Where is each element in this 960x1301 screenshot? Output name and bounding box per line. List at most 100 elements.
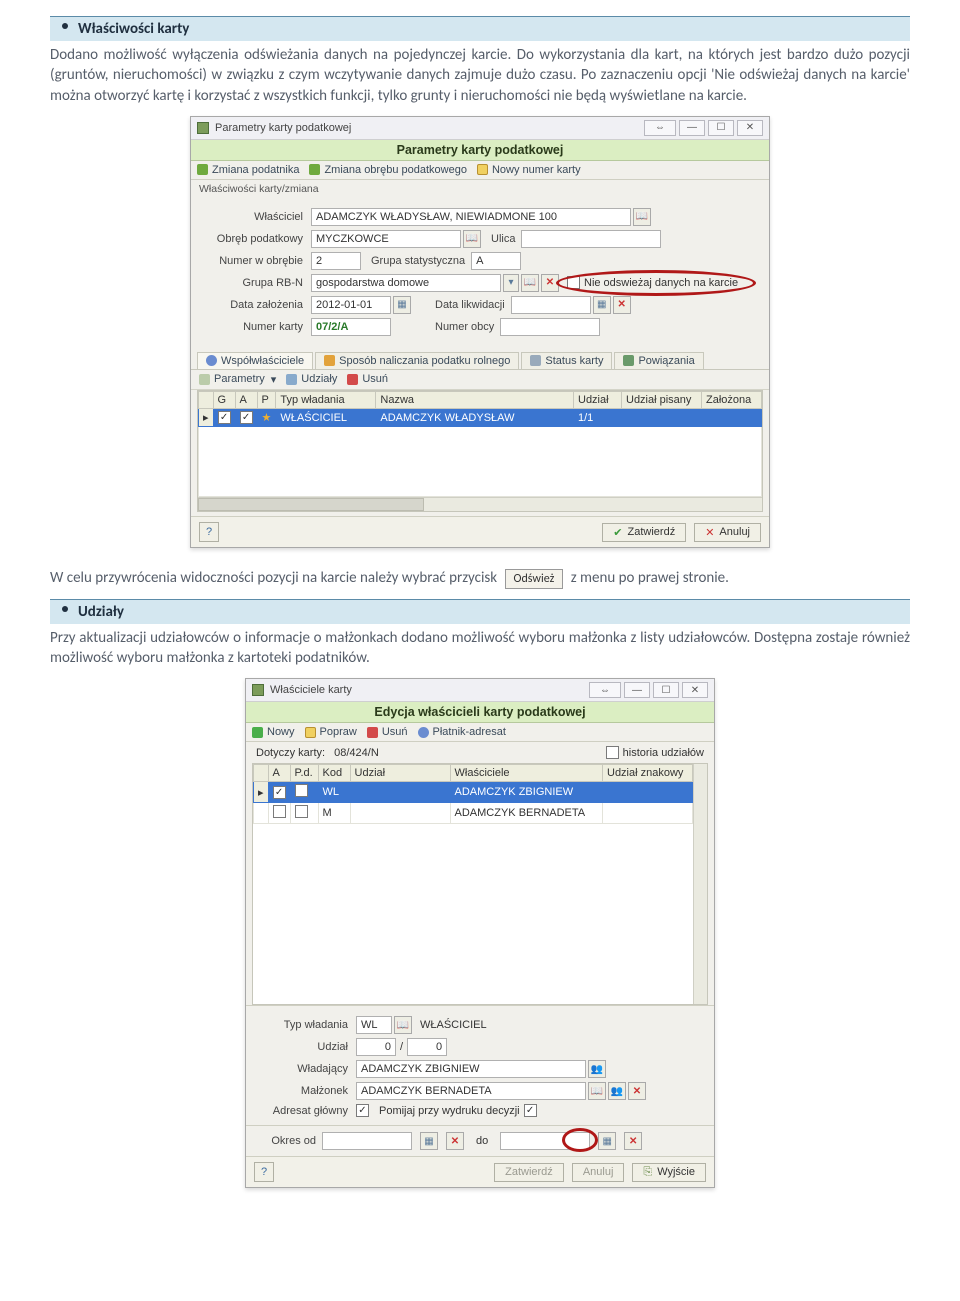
grid-wspolwlasciciele[interactable]: G A P Typ władania Nazwa Udział Udział p…	[197, 390, 763, 513]
help-button[interactable]: ?	[254, 1162, 274, 1182]
col-g[interactable]: G	[213, 391, 235, 408]
toolbar-platnik[interactable]: Płatnik-adresat	[418, 726, 506, 738]
input-wladajacy[interactable]	[356, 1060, 586, 1078]
col-p[interactable]: P	[257, 391, 276, 408]
calc-icon	[324, 355, 335, 366]
col-udzial[interactable]: Udział	[574, 391, 622, 408]
lookup-button[interactable]: 📖	[633, 208, 651, 226]
tab-status-karty[interactable]: Status karty	[521, 352, 612, 369]
col-pd[interactable]: P.d.	[290, 765, 318, 782]
checkbox-adresat[interactable]	[356, 1104, 369, 1117]
zatwierdz-button[interactable]: ✔Zatwierdź	[602, 523, 686, 542]
tab-powiazania[interactable]: Powiązania	[614, 352, 703, 369]
toolbar-usun[interactable]: Usuń	[367, 726, 408, 738]
checkbox-nie-odswiezaj[interactable]: Nie odswieżaj danych na karcie	[567, 276, 738, 289]
zatwierdz-button[interactable]: Zatwierdź	[494, 1163, 564, 1182]
input-data-likwidacji[interactable]	[511, 296, 591, 314]
col-nazwa[interactable]: Nazwa	[376, 391, 574, 408]
input-malzonek[interactable]	[356, 1082, 586, 1100]
clear-button[interactable]: ✕	[446, 1132, 464, 1150]
tab-sposob-naliczania[interactable]: Sposób naliczania podatku rolnego	[315, 352, 519, 369]
pin-button[interactable]: ⇔	[644, 120, 676, 136]
clear-button[interactable]: ✕	[624, 1132, 642, 1150]
calendar-button[interactable]: ▦	[593, 296, 611, 314]
lookup-button[interactable]: 📖	[394, 1016, 412, 1034]
label-pomin: Pomijaj przy wydruku decyzji	[379, 1105, 520, 1117]
input-numer-w-obrebie[interactable]	[311, 252, 361, 270]
anuluj-button[interactable]: Anuluj	[572, 1163, 625, 1182]
bullet-icon	[62, 23, 68, 29]
toolbar-nowy-numer[interactable]: Nowy numer karty	[477, 164, 581, 176]
calendar-button[interactable]: ▦	[598, 1132, 616, 1150]
help-button[interactable]: ?	[199, 522, 219, 542]
grid-wlasciciele[interactable]: A P.d. Kod Udział Właściciele Udział zna…	[252, 763, 708, 1005]
lookup-people-button[interactable]: 👥	[608, 1082, 626, 1100]
checkbox-icon[interactable]	[273, 805, 286, 818]
col-a[interactable]: A	[235, 391, 257, 408]
input-grupa-stat[interactable]	[471, 252, 521, 270]
col-udzial-pisany[interactable]: Udział pisany	[622, 391, 702, 408]
lookup-people-button[interactable]: 👥	[588, 1060, 606, 1078]
input-okres-od[interactable]	[322, 1132, 412, 1150]
input-udzial-b[interactable]	[407, 1038, 447, 1056]
subtool-udzialy[interactable]: Udziały	[286, 373, 337, 385]
subtool-usun[interactable]: Usuń	[347, 373, 388, 385]
checkbox-icon[interactable]	[295, 805, 308, 818]
minimize-button[interactable]: —	[624, 682, 650, 698]
pin-button[interactable]: ⇔	[589, 682, 621, 698]
toolbar-zmiana-podatnika[interactable]: Zmiana podatnika	[197, 164, 299, 176]
calendar-button[interactable]: ▦	[420, 1132, 438, 1150]
checkbox-historia[interactable]: historia udziałów	[606, 746, 704, 759]
table-row[interactable]: M ADAMCZYK BERNADETA	[254, 803, 693, 824]
subtool-parametry[interactable]: Parametry▾	[199, 373, 276, 386]
col-typ[interactable]: Typ władania	[276, 391, 376, 408]
input-typ-wladania-code[interactable]	[356, 1016, 392, 1034]
table-row[interactable]: ▸ ★ WŁAŚCICIEL ADAMCZYK WŁADYSŁAW 1/1	[199, 408, 762, 427]
checkbox-icon[interactable]	[273, 786, 286, 799]
params-icon	[199, 374, 210, 385]
checkbox-pomin[interactable]	[524, 1104, 537, 1117]
anuluj-button[interactable]: ✕Anuluj	[694, 523, 761, 542]
input-wlasciciel[interactable]	[311, 208, 631, 226]
maximize-button[interactable]: ☐	[653, 682, 679, 698]
input-obreb[interactable]	[311, 230, 461, 248]
col-kod[interactable]: Kod	[318, 765, 350, 782]
clear-button[interactable]: ✕	[541, 274, 559, 292]
col-udzial[interactable]: Udział	[350, 765, 450, 782]
close-button[interactable]: ✕	[682, 682, 708, 698]
input-numer-karty[interactable]	[311, 318, 391, 336]
input-ulica[interactable]	[521, 230, 661, 248]
clear-button[interactable]: ✕	[613, 296, 631, 314]
minimize-button[interactable]: —	[679, 120, 705, 136]
horizontal-scrollbar[interactable]	[198, 497, 762, 511]
vertical-scrollbar[interactable]	[693, 764, 707, 1004]
toolbar-zmiana-obrebu[interactable]: Zmiana obrębu podatkowego	[309, 164, 466, 176]
col-udzial-znakowy[interactable]: Udział znakowy	[603, 765, 693, 782]
table-row[interactable]: ▸ WL ADAMCZYK ZBIGNIEW	[254, 782, 693, 803]
wyjscie-button[interactable]: ⎘Wyjście	[632, 1163, 706, 1182]
tab-wspolwlasciciele[interactable]: Współwłaściciele	[197, 352, 313, 369]
select-grupa-rbn[interactable]	[311, 274, 501, 292]
col-a[interactable]: A	[268, 765, 290, 782]
input-data-zalozenia[interactable]	[311, 296, 391, 314]
toolbar-nowy[interactable]: Nowy	[252, 726, 295, 738]
input-numer-obcy[interactable]	[500, 318, 600, 336]
checkbox-icon[interactable]	[240, 411, 253, 424]
checkbox-icon[interactable]	[218, 411, 231, 424]
input-okres-do[interactable]	[500, 1132, 590, 1150]
clear-button[interactable]: ✕	[628, 1082, 646, 1100]
lookup-button[interactable]: 📖	[521, 274, 539, 292]
tab-label: Powiązania	[638, 355, 694, 367]
lookup-book-button[interactable]: 📖	[588, 1082, 606, 1100]
input-udzial-a[interactable]	[356, 1038, 396, 1056]
close-button[interactable]: ✕	[737, 120, 763, 136]
col-zalozona[interactable]: Założona	[702, 391, 762, 408]
toolbar-popraw[interactable]: Popraw	[305, 726, 357, 738]
col-wlasciciele[interactable]: Właściciele	[450, 765, 602, 782]
lookup-button[interactable]: 📖	[463, 230, 481, 248]
checkbox-icon[interactable]	[295, 784, 308, 797]
calendar-button[interactable]: ▦	[393, 296, 411, 314]
maximize-button[interactable]: ☐	[708, 120, 734, 136]
dropdown-button[interactable]: ▾	[503, 274, 519, 292]
mid-paragraph: W celu przywrócenia widoczności pozycji …	[50, 568, 910, 589]
